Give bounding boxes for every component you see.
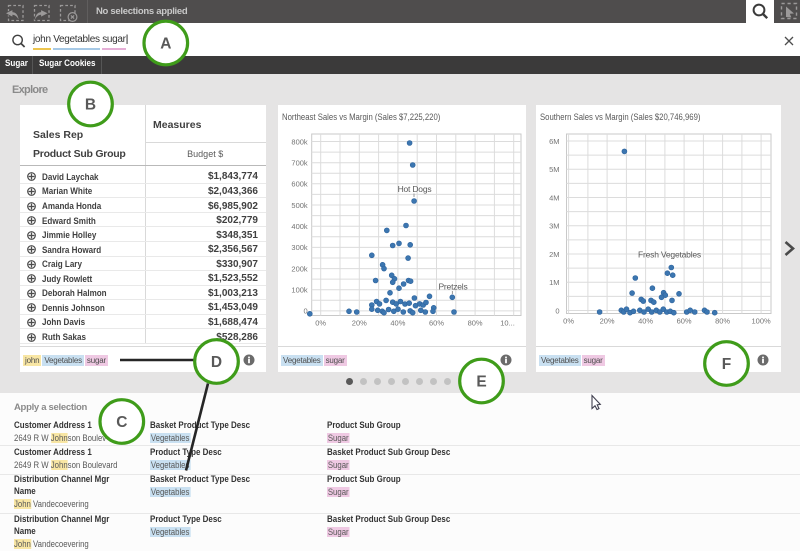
svg-text:C: C (116, 414, 127, 431)
svg-text:E: E (476, 374, 486, 391)
svg-text:B: B (85, 97, 96, 114)
svg-text:A: A (160, 36, 171, 53)
svg-text:D: D (211, 354, 222, 371)
svg-text:F: F (722, 356, 731, 373)
